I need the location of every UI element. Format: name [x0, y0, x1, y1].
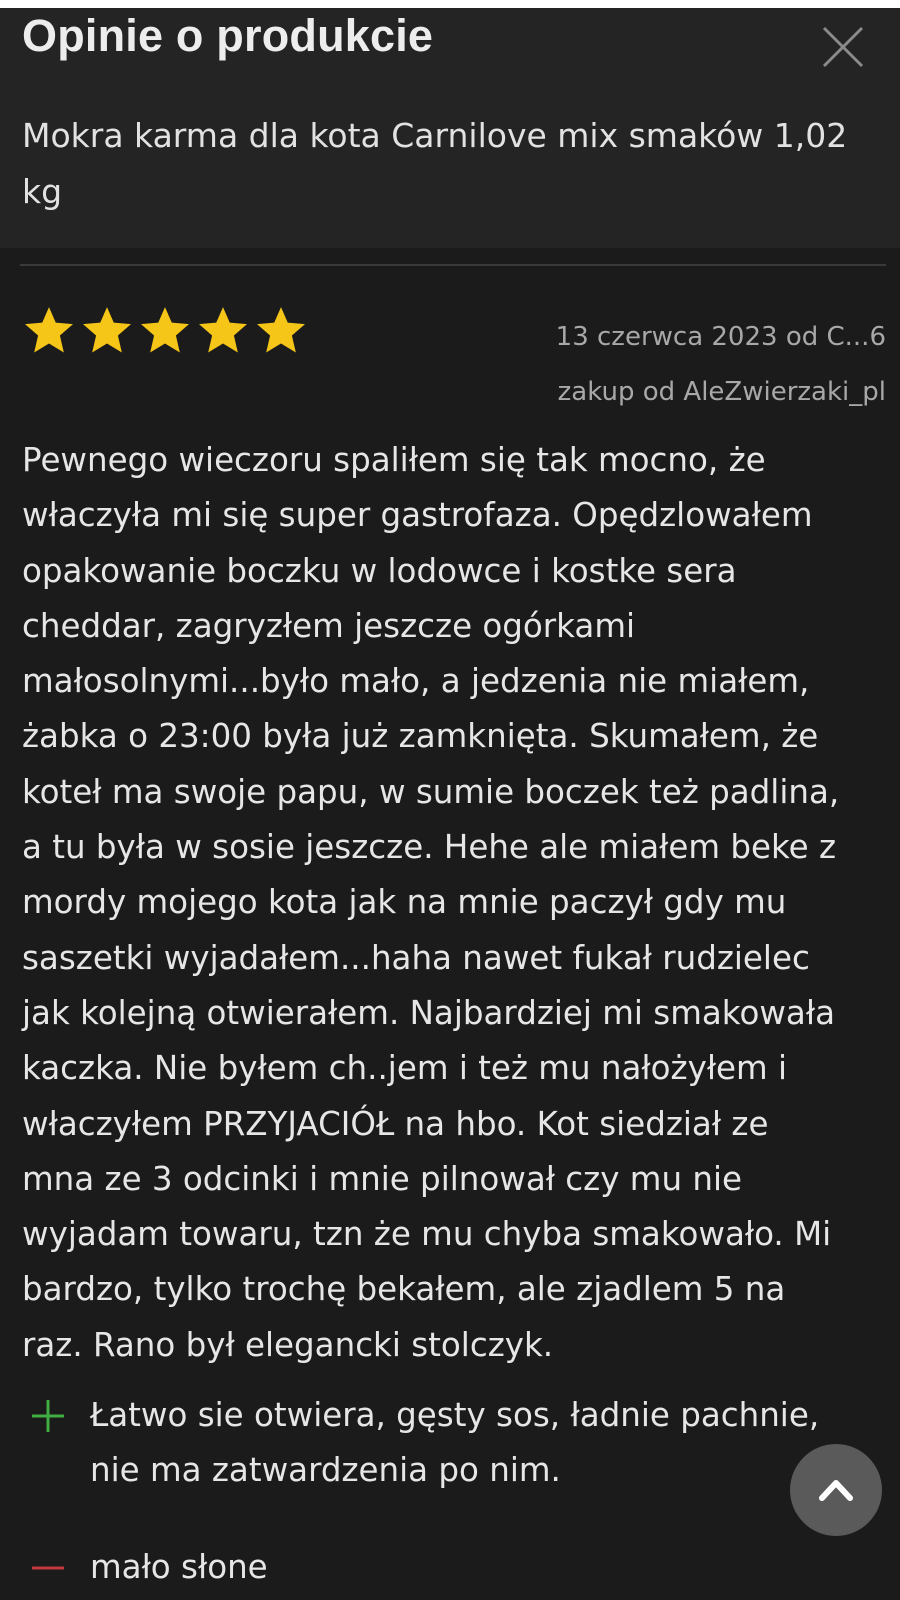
minus-icon	[32, 1566, 64, 1570]
star-icon	[199, 307, 247, 353]
review-body: Pewnego wieczoru spaliłem się tak mocno,…	[22, 441, 840, 1364]
product-name: Mokra karma dla kota Carnilove mix smakó…	[22, 116, 848, 211]
cons-text: mało słone	[90, 1548, 268, 1586]
scroll-to-top-button[interactable]	[790, 1444, 882, 1536]
divider	[20, 264, 886, 266]
star-icon	[83, 307, 131, 353]
page-title: Opinie o produkcie	[22, 10, 434, 61]
purchase-source: zakup od AleZwierzaki_pl	[557, 377, 886, 407]
plus-icon	[32, 1400, 64, 1432]
star-icon	[257, 307, 305, 353]
review-meta: 13 czerwca 2023 od C...6 zakup od AleZwi…	[556, 310, 886, 420]
star-icon	[141, 307, 189, 353]
close-icon	[822, 26, 864, 68]
rating-stars	[22, 306, 308, 354]
top-edge	[0, 0, 900, 8]
dialog-header: Opinie o produkcie Mokra karma dla kota …	[0, 8, 900, 248]
star-icon	[25, 307, 73, 353]
review-date-author: 13 czerwca 2023 od C...6	[555, 322, 886, 352]
close-button[interactable]	[818, 22, 868, 72]
chevron-up-icon	[819, 1480, 853, 1501]
pros-text: Łatwo sie otwiera, gęsty sos, ładnie pac…	[90, 1396, 820, 1489]
